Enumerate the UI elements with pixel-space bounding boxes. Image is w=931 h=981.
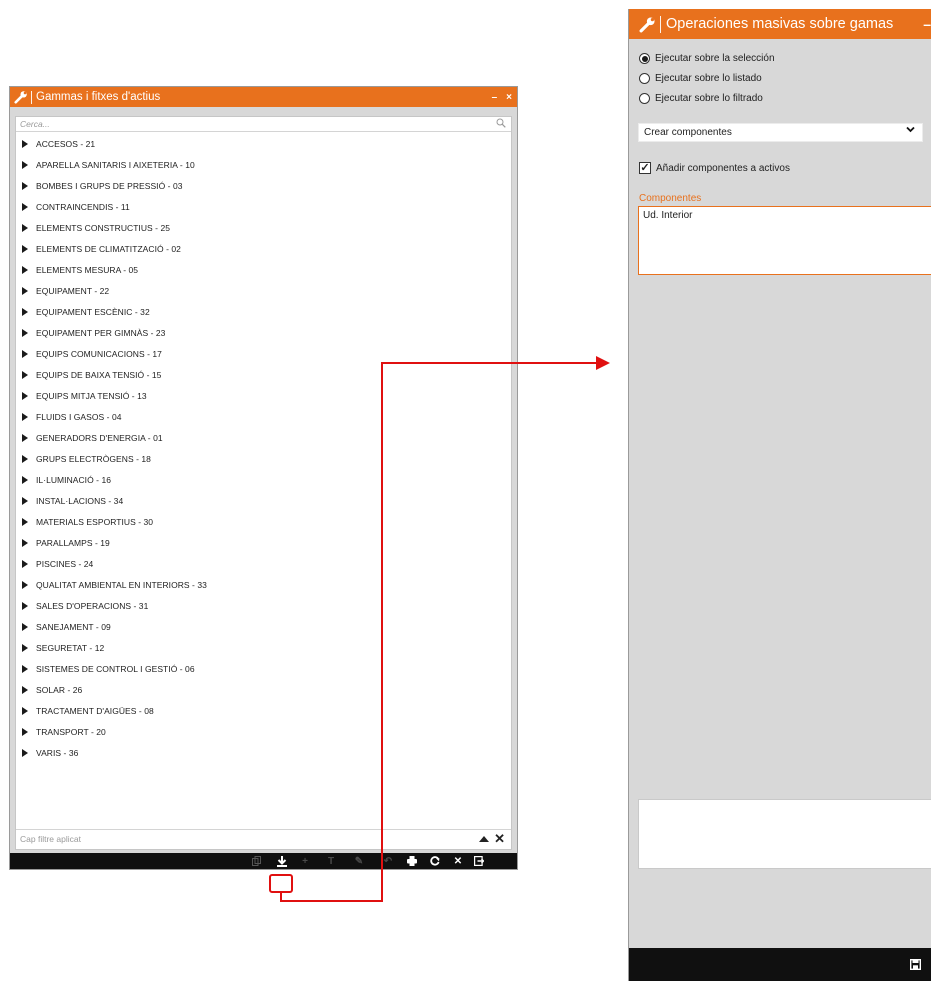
right-window-title: Operaciones masivas sobre gamas: [666, 16, 894, 32]
right-window-titlebar[interactable]: Operaciones masivas sobre gamas –: [629, 9, 931, 39]
checkbox-label: Añadir componentes a activos: [656, 162, 790, 174]
right-window: Operaciones masivas sobre gamas – Ejecut…: [628, 9, 931, 981]
chevron-down-icon[interactable]: [906, 125, 915, 137]
operations-form: Ejecutar sobre la selección Ejecutar sob…: [629, 39, 931, 981]
checkbox-check-icon[interactable]: ✓: [639, 162, 651, 174]
add-components-checkbox[interactable]: ✓ Añadir componentes a activos: [639, 162, 790, 174]
right-toolbar: [629, 948, 931, 981]
radio-listed[interactable]: Ejecutar sobre lo listado: [639, 73, 762, 84]
radio-filtered[interactable]: Ejecutar sobre lo filtrado: [639, 93, 763, 104]
components-textarea[interactable]: Ud. Interior: [638, 206, 931, 275]
notes-textarea[interactable]: [638, 799, 931, 869]
operation-select-value: Crear componentes: [644, 127, 732, 138]
components-label: Componentes: [639, 193, 702, 204]
save-icon[interactable]: [908, 956, 922, 972]
radio-dot[interactable]: [639, 73, 650, 84]
radio-dot[interactable]: [639, 93, 650, 104]
minimize-button[interactable]: –: [923, 16, 931, 32]
radio-label: Ejecutar sobre lo filtrado: [655, 93, 763, 104]
wrench-icon: [639, 16, 656, 33]
operation-select[interactable]: Crear componentes: [638, 123, 923, 142]
radio-label: Ejecutar sobre la selección: [655, 53, 775, 64]
radio-selection[interactable]: Ejecutar sobre la selección: [639, 53, 775, 64]
radio-label: Ejecutar sobre lo listado: [655, 73, 762, 84]
title-separator: [660, 15, 661, 33]
radio-dot[interactable]: [639, 53, 650, 64]
components-value: Ud. Interior: [643, 210, 693, 221]
